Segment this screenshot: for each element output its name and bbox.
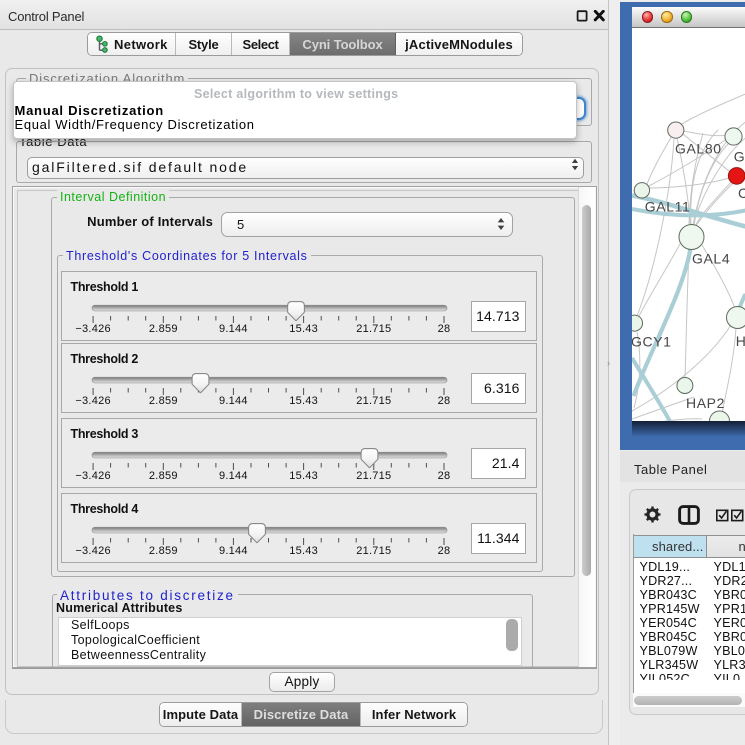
svg-text:GCY1: GCY1 [632, 333, 672, 349]
svg-text:HAP2: HAP2 [686, 395, 725, 411]
svg-text:HA: HA [735, 333, 745, 349]
svg-text:GAL4: GAL4 [692, 250, 730, 266]
svg-text:CDC: CDC [738, 185, 745, 201]
svg-text:GAL11: GAL11 [644, 198, 690, 214]
svg-text:GAL80: GAL80 [675, 140, 722, 156]
svg-text:GAL3: GAL3 [733, 148, 745, 164]
